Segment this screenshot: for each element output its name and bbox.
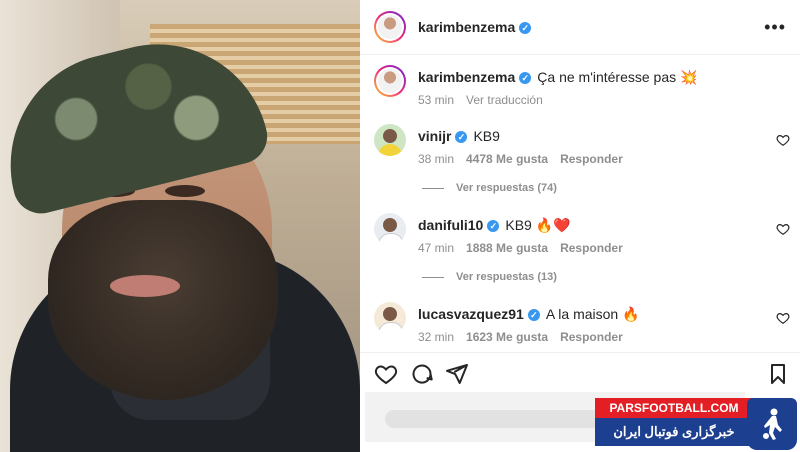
view-replies-link[interactable]: Ver respuestas (74): [422, 182, 557, 194]
parsfootball-watermark-logo: PARSFOOTBALL.COM خبرگزاری فوتبال ایران: [595, 398, 800, 452]
view-replies-label[interactable]: Ver respuestas (74): [456, 182, 557, 194]
view-replies-link[interactable]: Ver respuestas (13): [422, 271, 557, 283]
view-replies-label[interactable]: Ver respuestas (13): [456, 271, 557, 283]
comment-meta: 47 min 1888 Me gusta Responder: [418, 241, 635, 255]
verified-badge-icon: ✓: [455, 131, 468, 144]
logo-tagline: خبرگزاری فوتبال ایران: [595, 418, 753, 446]
comment-text: KB9 🔥❤️: [505, 217, 571, 233]
comment-like-heart-icon[interactable]: [776, 311, 790, 325]
post-side-panel: karimbenzema ✓ ••• karimbenzema ✓ Ça ne m'i…: [360, 0, 800, 452]
post-header: karimbenzema ✓ •••: [360, 0, 800, 55]
reply-button[interactable]: Responder: [560, 241, 623, 255]
author-username-row[interactable]: karimbenzema ✓: [418, 19, 532, 35]
comment-likes[interactable]: 4478 Me gusta: [466, 152, 548, 166]
caption-avatar[interactable]: [374, 65, 406, 97]
post-photo[interactable]: [0, 0, 360, 452]
comment-row: vinijr ✓ KB9: [418, 128, 500, 144]
logo-badge-icon: [747, 398, 797, 450]
comment-meta: 38 min 4478 Me gusta Responder: [418, 152, 635, 166]
verified-badge-icon: ✓: [527, 309, 540, 322]
replies-divider: [422, 276, 444, 278]
send-icon[interactable]: [445, 362, 469, 386]
footballer-icon: [763, 408, 782, 440]
caption-username[interactable]: karimbenzema: [418, 69, 515, 85]
photo-right-eye: [165, 185, 205, 197]
comment-like-heart-icon[interactable]: [776, 222, 790, 236]
comment-row: danifuli10 ✓ KB9 🔥❤️: [418, 217, 571, 234]
comment-meta: 32 min 1623 Me gusta Responder: [418, 330, 635, 344]
comment-time: 38 min: [418, 152, 455, 166]
caption-meta: 53 min Ver traducción: [418, 93, 555, 107]
comment-username[interactable]: lucasvazquez91: [418, 306, 524, 322]
verified-badge-icon: ✓: [487, 220, 500, 233]
heart-icon[interactable]: [374, 362, 398, 386]
caption-row: karimbenzema ✓ Ça ne m'intéresse pas 💥: [418, 69, 697, 86]
comment-time: 47 min: [418, 241, 455, 255]
comment-avatar-vinijr[interactable]: [374, 124, 406, 156]
photo-lips: [110, 275, 180, 297]
comment-text: A la maison 🔥: [545, 306, 640, 322]
author-avatar[interactable]: [374, 11, 406, 43]
logo-site-name: PARSFOOTBALL.COM: [595, 398, 753, 418]
caption-time: 53 min: [418, 93, 455, 107]
comment-row: lucasvazquez91 ✓ A la maison 🔥: [418, 306, 640, 323]
comment-icon[interactable]: [410, 362, 434, 386]
replies-divider: [422, 187, 444, 189]
comment-avatar-danifuli10[interactable]: [374, 213, 406, 245]
comment-username[interactable]: vinijr: [418, 128, 451, 144]
comment-likes[interactable]: 1888 Me gusta: [466, 241, 548, 255]
comment-like-heart-icon[interactable]: [776, 133, 790, 147]
reply-button[interactable]: Responder: [560, 152, 623, 166]
bookmark-icon[interactable]: [766, 362, 790, 386]
caption-text: Ça ne m'intéresse pas 💥: [537, 69, 698, 85]
comment-text: KB9: [473, 128, 500, 144]
post-action-bar: [360, 352, 800, 393]
reply-button[interactable]: Responder: [560, 330, 623, 344]
comment-username[interactable]: danifuli10: [418, 217, 483, 233]
more-options-icon[interactable]: •••: [764, 17, 786, 38]
author-username[interactable]: karimbenzema: [418, 19, 515, 35]
comment-avatar-lucasvazquez91[interactable]: [374, 302, 406, 334]
photo-beard: [48, 200, 278, 400]
comment-time: 32 min: [418, 330, 455, 344]
verified-badge-icon: ✓: [519, 22, 532, 35]
translate-link[interactable]: Ver traducción: [466, 93, 543, 107]
verified-badge-icon: ✓: [519, 72, 532, 85]
comment-likes[interactable]: 1623 Me gusta: [466, 330, 548, 344]
